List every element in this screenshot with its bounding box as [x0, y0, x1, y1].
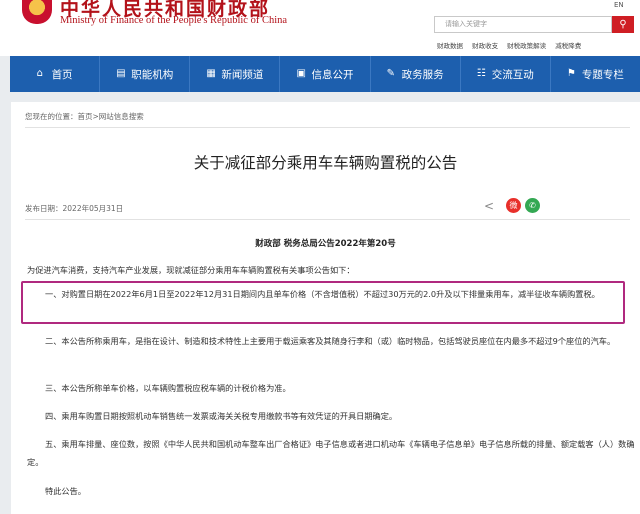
- service-icon: ✎: [386, 68, 396, 79]
- nav-item-home[interactable]: ⌂ 首页: [10, 56, 101, 92]
- pin-icon: ⚑: [566, 68, 576, 79]
- header-link-revenue[interactable]: 财政收支: [472, 42, 498, 50]
- nav-item-services[interactable]: ✎ 政务服务: [371, 56, 461, 92]
- site-header: 中华人民共和国财政部 Ministry of Finance of the Pe…: [0, 0, 640, 56]
- search-icon: ⚲: [619, 19, 627, 30]
- breadcrumb[interactable]: 您现在的位置：首页>网站信息搜索: [25, 111, 144, 122]
- publish-date: 发布日期：2022年05月31日: [25, 204, 124, 213]
- nav-label: 信息公开: [311, 68, 354, 81]
- search-input[interactable]: 请输入关键字: [434, 16, 612, 33]
- national-emblem-icon: [22, 0, 52, 24]
- nav-item-disclosure[interactable]: ▣ 信息公开: [280, 56, 371, 92]
- language-switch[interactable]: EN: [614, 1, 624, 9]
- nav-item-functions[interactable]: ▤ 职能机构: [100, 56, 191, 92]
- intro-paragraph: 为促进汽车消费，支持汽车产业发展，现就减征部分乘用车车辆购置税有关事项公告如下：: [27, 265, 355, 275]
- header-link-fiscal-data[interactable]: 财政数据: [437, 42, 463, 50]
- weibo-icon[interactable]: 微: [506, 198, 521, 213]
- nav-label: 首页: [51, 68, 73, 81]
- site-title-english: Ministry of Finance of the People's Repu…: [60, 15, 288, 26]
- nav-label: 职能机构: [131, 68, 174, 81]
- home-icon: ⌂: [36, 68, 43, 79]
- nav-item-topics[interactable]: ⚑ 专题专栏: [551, 56, 640, 92]
- search-button[interactable]: ⚲: [612, 16, 634, 33]
- article-paragraph-4: 四、乘用车购置日期按照机动车销售统一发票或海关关税专用缴款书等有效凭证的开具日期…: [45, 411, 398, 421]
- closing-paragraph: 特此公告。: [45, 486, 86, 496]
- article-paragraph-3: 三、本公告所称单车价格，以车辆购置税应税车辆的计税价格为准。: [45, 383, 291, 393]
- header-link-tax-cut[interactable]: 减税降费: [555, 42, 581, 50]
- divider: [25, 219, 630, 220]
- article-paragraph-1: 一、对购置日期在2022年6月1日至2022年12月31日期间内且单车价格（不含…: [45, 289, 600, 299]
- divider: [25, 127, 630, 128]
- nav-label: 专题专栏: [581, 68, 624, 81]
- nav-item-interaction[interactable]: ☷ 交流互动: [461, 56, 551, 92]
- nav-label: 交流互动: [491, 68, 534, 81]
- newspaper-icon: ▦: [206, 68, 216, 79]
- article-paragraph-2: 二、本公告所称乘用车，是指在设计、制造和技术特性上主要用于载运乘客及其随身行李和…: [45, 336, 616, 346]
- document-number: 财政部 税务总局公告2022年第20号: [255, 239, 396, 249]
- main-nav: ⌂ 首页 ▤ 职能机构 ▦ 新闻频道 ▣ 信息公开 ✎ 政务服务 ☷ 交流互动 ⚑ 专题专栏: [10, 56, 640, 92]
- article-title: 关于减征部分乘用车车辆购置税的公告: [193, 154, 458, 172]
- share-icon[interactable]: <: [484, 199, 494, 213]
- nav-item-news[interactable]: ▦ 新闻频道: [190, 56, 281, 92]
- nav-label: 政务服务: [401, 68, 444, 81]
- header-links: 财政数据 财政收支 财税政策解读 减税降费: [437, 40, 588, 50]
- header-link-policy[interactable]: 财税政策解读: [507, 42, 546, 50]
- document-icon: ▣: [296, 68, 306, 79]
- building-icon: ▤: [116, 68, 126, 79]
- article-panel: 您现在的位置：首页>网站信息搜索 关于减征部分乘用车车辆购置税的公告 发布日期：…: [11, 102, 640, 514]
- nav-label: 新闻频道: [221, 68, 264, 81]
- article-paragraph-5: 五、乘用车排量、座位数，按照《中华人民共和国机动车整车出厂合格证》电子信息或者进…: [27, 439, 635, 467]
- chat-icon: ☷: [476, 68, 486, 79]
- wechat-icon[interactable]: ✆: [525, 198, 540, 213]
